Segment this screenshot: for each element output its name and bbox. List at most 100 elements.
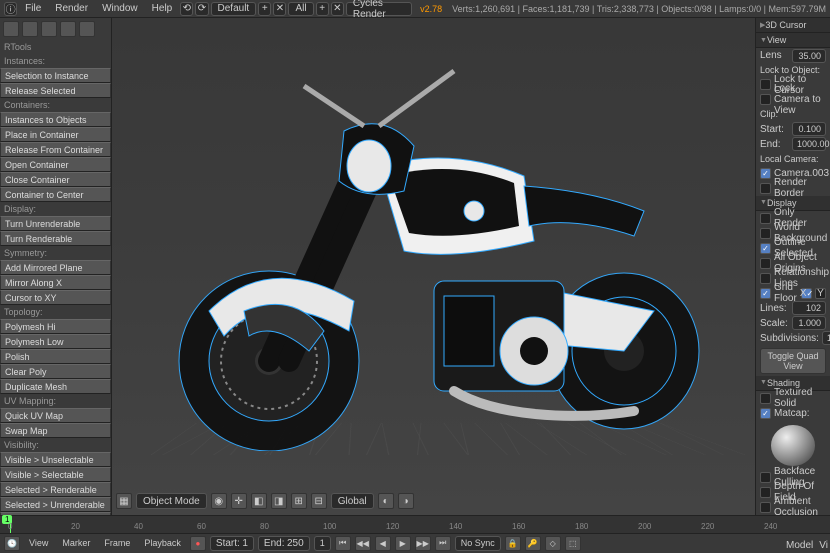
toolshelf-button[interactable]: Cursor to XY [0,290,111,305]
camera-icon[interactable] [760,168,771,179]
menu-help[interactable]: Help [146,1,179,16]
keyframe-prev-icon[interactable]: ◀◀ [355,536,371,551]
toolshelf-button[interactable]: Quick UV Map [0,408,111,423]
jump-end-icon[interactable]: ⏭ [435,536,451,551]
toolshelf-button[interactable]: Duplicate Mesh [0,379,111,394]
matcap-checkbox[interactable] [760,408,771,419]
viewport-ic-e[interactable]: ◐ [378,493,394,509]
backface-checkbox[interactable] [760,472,771,483]
3d-viewport[interactable]: ▦ Object Mode ◉ ✛ ◧ ◨ ⊞ ⊟ Global ◐ ◑ [112,18,755,515]
toolshelf-ic-5[interactable] [79,21,95,37]
viewport-ic-d[interactable]: ⊟ [311,493,327,509]
only-render-checkbox[interactable] [760,213,771,224]
screen-add-icon[interactable]: + [316,2,329,16]
menu-window[interactable]: Window [96,1,144,16]
toolshelf-button[interactable]: Selected > Renderable [0,482,111,497]
toolshelf-button[interactable]: Close Container [0,172,111,187]
toolshelf-ic-2[interactable] [22,21,38,37]
mode-dropdown[interactable]: Object Mode [136,493,207,509]
lens-input[interactable]: 35.00 [792,49,826,63]
render-border-checkbox[interactable] [760,183,771,194]
back-icon[interactable]: ⟲ [180,2,193,16]
viewport-ic-c[interactable]: ⊞ [291,493,307,509]
toolshelf-button[interactable]: Swap Map [0,423,111,438]
toolshelf-button[interactable]: Release Selected [0,83,111,98]
tl-ic-b[interactable]: 🔑 [525,536,541,551]
world-bg-checkbox[interactable] [760,228,771,239]
toolshelf-button[interactable]: Mirror Along X [0,275,111,290]
editor-type-icon[interactable]: ▦ [116,493,132,509]
keyframe-next-icon[interactable]: ▶▶ [415,536,431,551]
play-reverse-icon[interactable]: ◀ [375,536,391,551]
toolshelf-button[interactable]: Polymesh Low [0,334,111,349]
viewport-ic-pivot[interactable]: ✛ [231,493,247,509]
toolshelf-button[interactable]: Instances to Objects [0,112,111,127]
toolshelf-button[interactable]: Container to Center [0,187,111,202]
toolshelf-ic-1[interactable] [3,21,19,37]
ao-checkbox[interactable] [760,502,771,513]
lock-cursor-checkbox[interactable] [760,79,771,90]
screen-x-icon[interactable]: ✕ [331,2,344,16]
info-icon[interactable]: ⓘ [4,2,17,16]
play-icon[interactable]: ▶ [395,536,411,551]
tl-menu-playback[interactable]: Playback [139,536,186,550]
toolshelf-button[interactable]: Add Mirrored Plane [0,260,111,275]
frame-end-input[interactable]: End: 250 [258,536,310,551]
origins-checkbox[interactable] [760,258,771,269]
engine-dropdown[interactable]: Cycles Render [346,2,412,16]
scale-input[interactable]: 1.000 [792,316,826,330]
scene-add-icon[interactable]: + [258,2,271,16]
scene-x-icon[interactable]: ✕ [273,2,286,16]
frame-current-input[interactable]: 1 [314,536,331,551]
orientation-dropdown[interactable]: Global [331,493,374,509]
scene-dropdown[interactable]: Default [211,2,257,16]
panel-3d-cursor[interactable]: 3D Cursor [756,18,830,33]
subdiv-input[interactable]: 10 [822,331,830,345]
viewport-ic-a[interactable]: ◧ [251,493,267,509]
jump-start-icon[interactable]: ⏮ [335,536,351,551]
menu-render[interactable]: Render [49,1,94,16]
tl-ic-d[interactable]: ⬚ [565,536,581,551]
toolshelf-button[interactable]: Turn Unrenderable [0,216,111,231]
grid-floor-checkbox[interactable] [760,288,771,299]
tl-menu-view[interactable]: View [24,536,53,550]
toolshelf-button[interactable]: Release From Container [0,142,111,157]
frame-start-input[interactable]: Start: 1 [210,536,254,551]
outline-checkbox[interactable] [760,243,771,254]
tl-ic-a[interactable]: 🔒 [505,536,521,551]
grid-x-toggle[interactable]: X [801,288,812,299]
toolshelf-button[interactable]: Polish [0,349,111,364]
tl-rec-icon[interactable]: ● [190,536,206,551]
clip-end-input[interactable]: 1000.00 [792,137,826,151]
tex-solid-checkbox[interactable] [760,393,771,404]
fwd-icon[interactable]: ⟳ [195,2,208,16]
screen-dropdown[interactable]: All [288,2,313,16]
toolshelf-button[interactable]: Place in Container [0,127,111,142]
lock-camera-checkbox[interactable] [760,94,771,105]
toolshelf-button[interactable]: Clear Poly [0,364,111,379]
tl-menu-marker[interactable]: Marker [57,536,95,550]
rel-lines-checkbox[interactable] [760,273,771,284]
toolshelf-button[interactable]: Open Container [0,157,111,172]
toolshelf-button[interactable]: Selection to Instance [0,68,111,83]
viewport-ic-f[interactable]: ◑ [398,493,414,509]
toolshelf-button[interactable]: Visible > Selectable [0,467,111,482]
viewport-ic-shade[interactable]: ◉ [211,493,227,509]
panel-view[interactable]: View [756,33,830,48]
toolshelf-ic-4[interactable] [60,21,76,37]
sync-dropdown[interactable]: No Sync [455,536,501,551]
toggle-quad-button[interactable]: Toggle Quad View [760,348,826,374]
dof-checkbox[interactable] [760,487,771,498]
lines-input[interactable]: 102 [792,301,826,315]
tl-ic-c[interactable]: ◇ [545,536,561,551]
toolshelf-button[interactable]: Turn Renderable [0,231,111,246]
menu-file[interactable]: File [19,1,47,16]
grid-y-toggle[interactable]: Y [815,288,826,299]
tl-menu-frame[interactable]: Frame [99,536,135,550]
timeline-editor-icon[interactable]: 🕓 [4,536,20,551]
matcap-preview[interactable] [771,425,815,466]
timeline-ruler[interactable]: 020406080100120140160180200220240 [0,516,830,534]
toolshelf-button[interactable]: Visible > Unselectable [0,452,111,467]
toolshelf-button[interactable]: Polymesh Hi [0,319,111,334]
toolshelf-ic-3[interactable] [41,21,57,37]
